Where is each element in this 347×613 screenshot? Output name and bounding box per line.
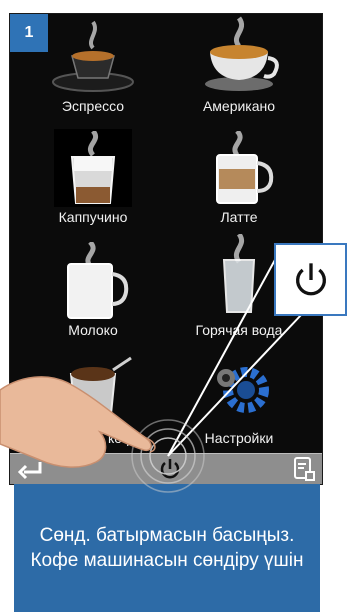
instruction-text: Сөнд. батырмасын басыңыз. Кофе машинасын…: [30, 525, 304, 571]
step-badge: 1: [10, 14, 48, 52]
ground-coffee-icon: [69, 356, 132, 415]
menu-item-label: Молотый кофе: [44, 430, 142, 446]
menu-item-label: Американо: [202, 98, 276, 114]
menu-item-label: Молоко: [68, 322, 118, 338]
power-icon[interactable]: [158, 457, 182, 481]
menu-item-americano[interactable]: Американо: [174, 14, 304, 124]
instruction-caption: Сөнд. батырмасын басыңыз. Кофе машинасын…: [14, 484, 320, 612]
menu-item-settings[interactable]: Настройки: [174, 352, 304, 452]
cappuccino-glass-icon: [70, 131, 116, 204]
espresso-cup-icon: [52, 20, 134, 92]
latte-glass-icon: [216, 131, 274, 204]
menu-item-ground-coffee[interactable]: Молотый кофе: [28, 352, 158, 452]
hot-water-glass-icon: [222, 234, 256, 313]
bottom-bar: [10, 453, 322, 484]
document-icon[interactable]: [292, 456, 316, 482]
americano-cup-icon: [205, 16, 279, 91]
menu-item-label: Горячая вода: [195, 322, 283, 338]
milk-mug-icon: [67, 242, 129, 319]
gears-icon: [217, 367, 269, 413]
menu-item-label: Эспрессо: [61, 98, 125, 114]
menu-item-cappuccino[interactable]: Каппучино: [28, 129, 158, 239]
menu-item-label: Каппучино: [58, 209, 128, 225]
menu-item-latte[interactable]: Латте: [174, 129, 304, 239]
power-button-callout: [274, 243, 347, 316]
menu-item-label: Настройки: [204, 430, 274, 446]
menu-item-milk[interactable]: Молоко: [28, 242, 158, 352]
menu-item-label: Латте: [220, 209, 258, 225]
power-icon: [295, 262, 326, 295]
back-arrow-icon[interactable]: [16, 458, 44, 480]
